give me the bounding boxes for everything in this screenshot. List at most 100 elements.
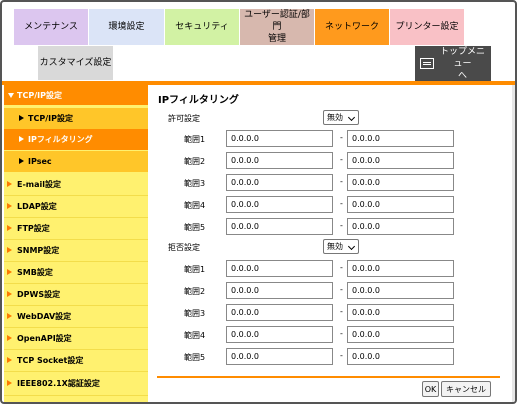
deny-range4-from-input[interactable]: 0.0.0.0 [226,326,333,343]
sidebar-item-label: IPsec [28,157,52,166]
sidebar-item-smb[interactable]: SMB設定 [4,262,148,283]
deny-range2-from-input[interactable]: 0.0.0.0 [226,282,333,299]
scrollbar[interactable] [512,85,515,402]
sidebar-item-label: OpenAPI設定 [17,334,72,343]
tab-security[interactable]: セキュリティ [165,9,239,45]
deny-range2-to-input[interactable]: 0.0.0.0 [347,282,454,299]
arrow-right-icon [7,225,12,231]
sidebar-item-tcp-socket[interactable]: TCP Socket設定 [4,350,148,371]
deny-range1-from-input[interactable]: 0.0.0.0 [226,260,333,277]
top-menu-label-line1: トップメニュー [439,46,485,69]
sidebar-item-dpws[interactable]: DPWS設定 [4,284,148,305]
page-title: IPフィルタリング [158,95,239,106]
sidebar-item-tcpip-group[interactable]: TCP/IP設定 [4,85,148,105]
deny-range1-label: 範囲1 [184,265,206,274]
top-menu-icon [420,58,434,69]
tab-user-auth[interactable]: ユーザー認証/部門 管理 [240,9,314,45]
sidebar-item-label: TCP Socket設定 [17,356,84,365]
arrow-right-icon [19,136,24,142]
sidebar-item-ipsec[interactable]: IPsec [4,151,148,172]
deny-setting-label: 拒否設定 [168,243,200,252]
deny-range1-to-input[interactable]: 0.0.0.0 [347,260,454,277]
tab-label-line2: 管理 [267,34,286,44]
tab-label: プリンター設定 [395,22,459,32]
arrow-right-icon [7,247,12,253]
range-separator: - [340,329,343,338]
sidebar-item-ftp[interactable]: FTP設定 [4,218,148,239]
allow-range3-from-input[interactable]: 0.0.0.0 [226,174,333,191]
allow-setting-label: 許可設定 [168,114,200,123]
sidebar-divider [4,395,148,396]
cancel-button[interactable]: キャンセル [441,381,491,397]
allow-range4-from-input[interactable]: 0.0.0.0 [226,196,333,213]
range-separator: - [340,199,343,208]
allow-range2-to-input[interactable]: 0.0.0.0 [347,152,454,169]
allow-range3-to-input[interactable]: 0.0.0.0 [347,174,454,191]
sidebar-divider [4,371,148,372]
deny-range4-to-input[interactable]: 0.0.0.0 [347,326,454,343]
tab-environment[interactable]: 環境設定 [89,9,164,45]
form-footer-divider [157,376,500,378]
app-window: メンテナンス 環境設定 セキュリティ ユーザー認証/部門 管理 ネットワーク プリ… [0,0,517,404]
sidebar-item-email[interactable]: E-mail設定 [4,174,148,195]
select-value: 無効 [327,242,343,251]
arrow-right-icon [7,380,12,386]
tab-customize[interactable]: カスタマイズ設定 [38,46,113,80]
top-menu-button[interactable]: トップメニューへ [415,46,491,81]
tab-label: セキュリティ [175,22,229,32]
sidebar-item-label: TCP/IP設定 [17,90,62,100]
sidebar-item-ieee8021x[interactable]: IEEE802.1X認証設定 [4,373,148,394]
range-separator: - [340,285,343,294]
chevron-down-icon [347,113,356,122]
main-panel: IPフィルタリング 許可設定 無効 範囲1 0.0.0.0 - 0.0.0.0 … [152,85,515,402]
arrow-right-icon [7,203,12,209]
deny-range5-from-input[interactable]: 0.0.0.0 [226,348,333,365]
tab-printer[interactable]: プリンター設定 [390,9,464,45]
allow-range5-to-input[interactable]: 0.0.0.0 [347,218,454,235]
sidebar-item-webdav[interactable]: WebDAV設定 [4,306,148,327]
allow-range4-label: 範囲4 [184,201,206,210]
allow-range5-label: 範囲5 [184,223,206,232]
sidebar-item-openapi[interactable]: OpenAPI設定 [4,328,148,349]
tab-label: メンテナンス [24,22,78,32]
allow-range5-from-input[interactable]: 0.0.0.0 [226,218,333,235]
deny-range5-to-input[interactable]: 0.0.0.0 [347,348,454,365]
sidebar-item-label: DPWS設定 [17,290,61,299]
deny-range5-label: 範囲5 [184,353,206,362]
sidebar-item-label: IPフィルタリング [28,135,93,144]
sidebar-item-ldap[interactable]: LDAP設定 [4,196,148,217]
arrow-right-icon [19,158,24,164]
tab-label: ユーザー認証/部門 管理 [240,9,314,45]
allow-setting-select[interactable]: 無効 [323,110,359,125]
chevron-down-icon [347,242,356,251]
deny-range3-to-input[interactable]: 0.0.0.0 [347,304,454,321]
tab-network[interactable]: ネットワーク [315,9,389,45]
expand-arrow-icon [8,93,14,98]
sidebar-item-snmp[interactable]: SNMP設定 [4,240,148,261]
deny-setting-select[interactable]: 無効 [323,239,359,254]
allow-range3-label: 範囲3 [184,179,206,188]
range-separator: - [340,351,343,360]
range-separator: - [340,155,343,164]
allow-range4-to-input[interactable]: 0.0.0.0 [347,196,454,213]
allow-range1-to-input[interactable]: 0.0.0.0 [347,130,454,147]
sidebar-item-label: SMB設定 [17,268,53,277]
range-separator: - [340,263,343,272]
range-separator: - [340,177,343,186]
tab-label: 環境設定 [108,22,145,32]
deny-range3-from-input[interactable]: 0.0.0.0 [226,304,333,321]
ok-button[interactable]: OK [422,381,439,397]
allow-range1-from-input[interactable]: 0.0.0.0 [226,130,333,147]
sidebar-item-tcpip[interactable]: TCP/IP設定 [4,108,148,129]
tab-maintenance[interactable]: メンテナンス [14,9,88,45]
allow-range2-from-input[interactable]: 0.0.0.0 [226,152,333,169]
arrow-right-icon [7,357,12,363]
arrow-right-icon [19,115,24,121]
sidebar-item-ipfilter[interactable]: IPフィルタリング [4,129,148,150]
top-menu-label: トップメニューへ [438,46,491,82]
deny-range4-label: 範囲4 [184,331,206,340]
arrow-right-icon [7,335,12,341]
range-separator: - [340,307,343,316]
tab-label: カスタマイズ設定 [39,58,112,68]
deny-range3-label: 範囲3 [184,309,206,318]
